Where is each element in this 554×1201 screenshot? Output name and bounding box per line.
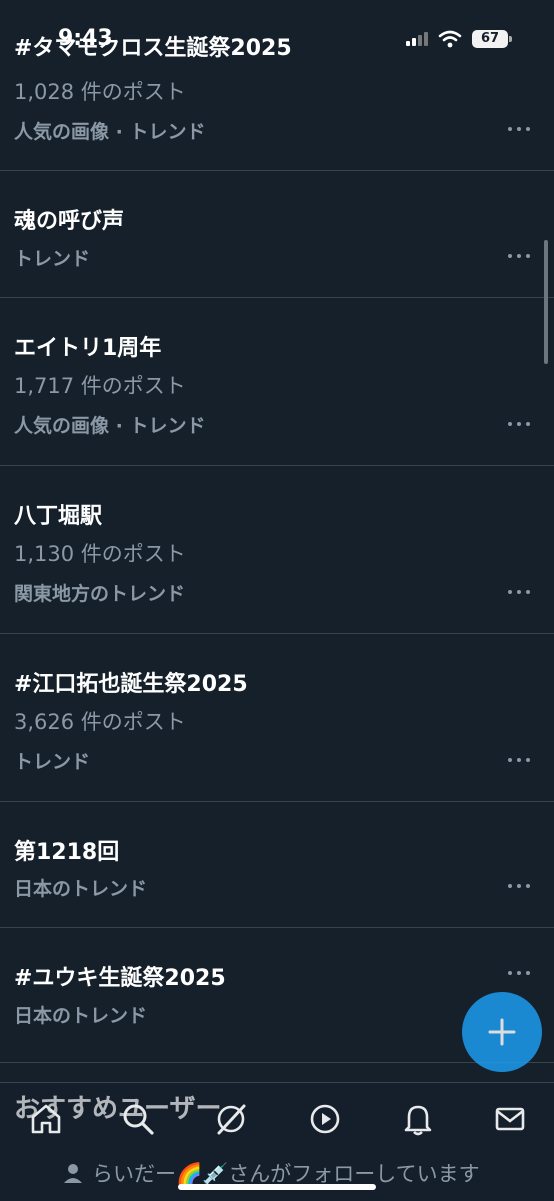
trend-title: #ユウキ生誕祭2025: [14, 966, 226, 991]
trend-post-count: 3,626 件のポスト: [14, 710, 186, 734]
trend-title: 八丁堀駅: [14, 504, 103, 529]
trend-item[interactable]: 第1218回 日本のトレンド: [0, 802, 554, 928]
trend-post-count: 1,717 件のポスト: [14, 374, 186, 398]
status-bar: 9:43 67: [0, 0, 554, 60]
trend-title: 第1218回: [14, 840, 120, 865]
compose-post-button[interactable]: [462, 992, 542, 1072]
status-icons: 67: [406, 30, 512, 48]
more-options-icon[interactable]: [508, 251, 530, 261]
more-options-icon[interactable]: [508, 419, 530, 429]
scrollbar[interactable]: [544, 240, 548, 364]
trend-context: 日本のトレンド: [14, 878, 148, 900]
trend-context: 日本のトレンド: [14, 1005, 148, 1027]
trend-item[interactable]: #江口拓也誕生祭2025 3,626 件のポスト トレンド: [0, 634, 554, 802]
trend-title: 魂の呼び声: [14, 209, 125, 234]
plus-icon: [488, 1018, 516, 1046]
more-options-icon[interactable]: [508, 124, 530, 134]
more-options-icon[interactable]: [508, 755, 530, 765]
more-options-icon[interactable]: [508, 587, 530, 597]
trend-context: トレンド: [14, 248, 91, 270]
signal-icon: [406, 32, 428, 46]
trend-post-count: 1,028 件のポスト: [14, 80, 186, 104]
trend-context: トレンド: [14, 751, 91, 773]
trend-list: #タマモクロス生誕祭2025 1,028 件のポスト 人気の画像 · トレンド …: [0, 0, 554, 1063]
video-icon: [310, 1104, 340, 1134]
more-options-icon[interactable]: [508, 881, 530, 891]
tab-video[interactable]: [307, 1101, 343, 1137]
mail-icon: [495, 1107, 525, 1131]
trend-item[interactable]: エイトリ1周年 1,717 件のポスト 人気の画像 · トレンド: [0, 298, 554, 466]
section-title: おすすめユーザー: [14, 1094, 222, 1124]
wifi-icon: [438, 30, 462, 48]
trend-post-count: 1,130 件のポスト: [14, 542, 186, 566]
trend-item[interactable]: 八丁堀駅 1,130 件のポスト 関東地方のトレンド: [0, 466, 554, 634]
trend-context: 関東地方のトレンド: [14, 583, 186, 605]
more-options-icon[interactable]: [508, 968, 530, 978]
person-icon: [64, 1164, 82, 1183]
bell-icon: [404, 1105, 432, 1136]
status-time: 9:43: [58, 26, 113, 51]
trend-title: エイトリ1周年: [14, 336, 162, 361]
tab-notifications[interactable]: [400, 1101, 436, 1137]
battery-level: 67: [480, 31, 500, 46]
trend-item[interactable]: 魂の呼び声 トレンド: [0, 171, 554, 298]
tab-messages[interactable]: [492, 1101, 528, 1137]
trend-context: 人気の画像 · トレンド: [14, 415, 206, 437]
battery-icon: 67: [472, 30, 512, 48]
home-indicator: [178, 1184, 376, 1190]
trend-title: #江口拓也誕生祭2025: [14, 672, 248, 697]
trend-context: 人気の画像 · トレンド: [14, 121, 206, 143]
